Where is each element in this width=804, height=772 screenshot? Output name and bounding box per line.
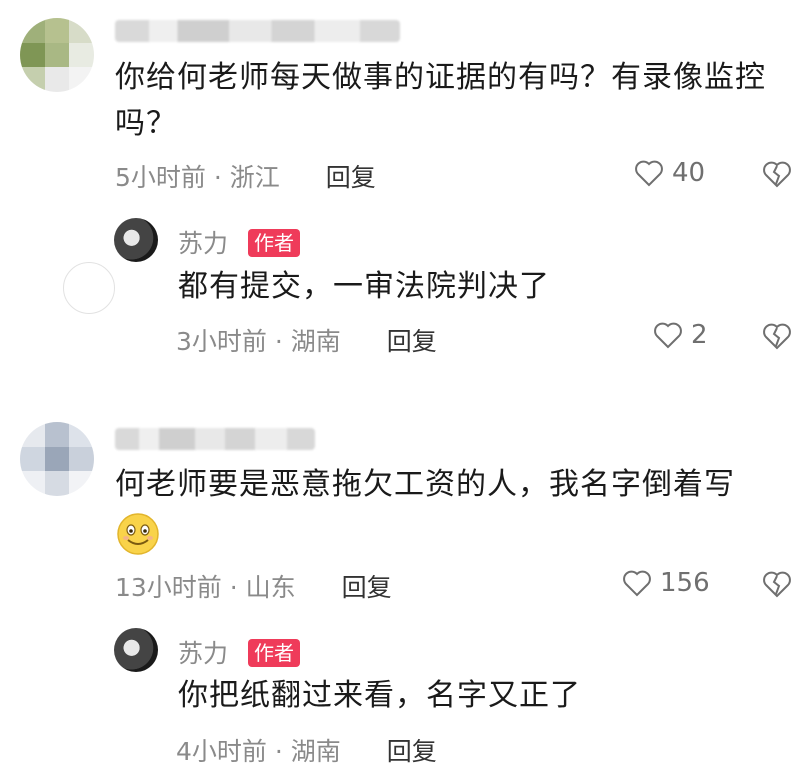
comment-time: 5小时前 (115, 163, 206, 192)
reply-time: 3小时前 (176, 327, 267, 356)
reply-text: 都有提交，一审法院判决了 (178, 269, 550, 304)
reply-location: 湖南 (290, 327, 341, 356)
reply-text: 你把纸翻过来看，名字又正了 (178, 678, 581, 713)
commenter-avatar[interactable] (20, 18, 94, 92)
heart-outline-icon (654, 322, 682, 349)
reply-button[interactable]: 回复 (326, 163, 376, 192)
like-count: 40 (672, 158, 706, 188)
empty-avatar-placeholder (63, 262, 115, 314)
author-avatar[interactable] (114, 218, 158, 262)
commenter-avatar[interactable] (20, 422, 94, 496)
reply-button[interactable]: 回复 (387, 327, 437, 356)
author-avatar[interactable] (114, 628, 158, 672)
comment-text: 何老师要是恶意拖欠工资的人，我名字倒着写 (115, 467, 735, 502)
broken-heart-icon (763, 323, 791, 350)
dislike-button[interactable] (762, 570, 792, 602)
broken-heart-icon (763, 571, 791, 598)
comment-location: 浙江 (229, 163, 280, 192)
reply-location: 湖南 (290, 737, 341, 766)
dislike-button[interactable] (762, 322, 792, 354)
author-name[interactable]: 苏力 (178, 639, 228, 668)
like-button[interactable]: 156 (622, 568, 710, 598)
like-button[interactable]: 40 (634, 158, 705, 188)
comment-location: 山东 (245, 573, 296, 602)
author-line: 苏力 作者 (178, 224, 300, 260)
reply-time: 4小时前 (176, 737, 267, 766)
heart-outline-icon (623, 570, 651, 597)
reply-button[interactable]: 回复 (342, 573, 392, 602)
comment-meta: 13小时前 · 山东 回复 (115, 573, 392, 602)
like-count: 2 (691, 320, 708, 350)
blurred-username (115, 20, 400, 42)
author-badge: 作者 (247, 639, 300, 667)
like-count: 156 (660, 568, 710, 598)
blurred-username (115, 428, 315, 450)
reply-meta: 4小时前 · 湖南 回复 (176, 737, 437, 766)
reply-button[interactable]: 回复 (387, 737, 437, 766)
author-badge: 作者 (247, 229, 300, 257)
comment-meta: 5小时前 · 浙江 回复 (115, 163, 376, 192)
author-name[interactable]: 苏力 (178, 229, 228, 258)
broken-heart-icon (763, 161, 791, 188)
dislike-button[interactable] (762, 160, 792, 192)
heart-outline-icon (635, 160, 663, 187)
comment-text: 你给何老师每天做事的证据的有吗？有录像监控吗？ (115, 60, 766, 141)
author-line: 苏力 作者 (178, 634, 300, 670)
comment-time: 13小时前 (115, 573, 222, 602)
reply-meta: 3小时前 · 湖南 回复 (176, 327, 437, 356)
like-button[interactable]: 2 (653, 320, 708, 350)
smiling-face-emoji (116, 512, 160, 560)
